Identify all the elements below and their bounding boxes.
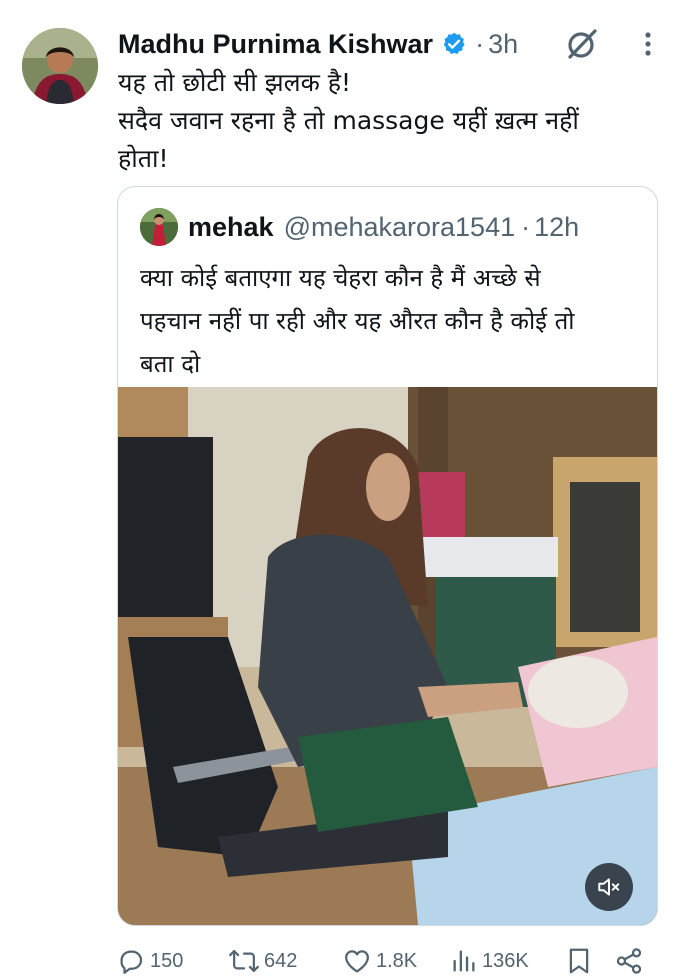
quoted-post[interactable]: mehak @mehakarora1541 · 12h क्या कोई बता… [117,186,658,926]
heart-icon [345,950,369,973]
author-avatar-image [22,28,98,104]
reply-count: 150 [150,949,184,972]
author-avatar[interactable] [22,28,98,104]
like-count: 1.8K [376,949,418,972]
quoted-header-separator: · [521,211,531,242]
verified-badge-icon[interactable] [441,31,467,57]
quoted-post-time[interactable]: 12h [534,212,579,243]
quoted-author-handle[interactable]: @mehakarora1541 [284,212,516,243]
post-text-line: होता! [118,144,169,173]
repost-icon [229,950,259,972]
video-frame [118,387,657,925]
more-icon[interactable] [640,28,656,60]
post-text: यह तो छोटी सी झलक है! सदैव जवान रहना है … [118,64,658,178]
post-time[interactable]: 3h [488,29,518,60]
share-button[interactable] [614,944,644,978]
quoted-author-avatar-image [140,208,178,246]
reply-button[interactable]: 150 [116,944,183,978]
repost-button[interactable]: 642 [228,944,297,978]
views-count: 136K [482,949,529,972]
share-icon [616,948,642,974]
quoted-text-line: बता दो [140,350,201,378]
quoted-post-header: mehak @mehakarora1541 · 12h [140,207,647,247]
video-player[interactable] [118,387,657,925]
action-bar: 150 642 1.8K 136K [116,944,646,978]
repost-count: 642 [264,949,298,972]
reply-icon [120,950,143,974]
grok-icon[interactable] [562,24,602,64]
post-text-line: यह तो छोटी सी झलक है! [118,68,352,97]
post-text-line: सदैव जवान रहना है तो massage यहीं ख़त्म … [118,106,579,135]
quoted-post-text: क्या कोई बताएगा यह चेहरा कौन है मैं अच्छ… [140,257,650,386]
volume-muted-icon-glyph [598,878,620,896]
volume-muted-icon[interactable] [585,863,633,911]
views-icon [453,950,475,972]
quoted-text-line: पहचान नहीं पा रही और यह औरत कौन है कोई त… [140,307,575,335]
quoted-author-avatar[interactable] [140,208,178,246]
views-button[interactable]: 136K [450,944,529,978]
post-header: Madhu Purnima Kishwar · 3h [118,26,656,62]
quoted-author-name[interactable]: mehak [188,212,274,243]
bookmark-button[interactable] [566,944,592,978]
quoted-text-line: क्या कोई बताएगा यह चेहरा कौन है मैं अच्छ… [140,264,541,292]
like-button[interactable]: 1.8K [342,944,417,978]
header-separator: · [475,28,485,59]
bookmark-icon [569,948,589,974]
author-name[interactable]: Madhu Purnima Kishwar [118,29,433,60]
